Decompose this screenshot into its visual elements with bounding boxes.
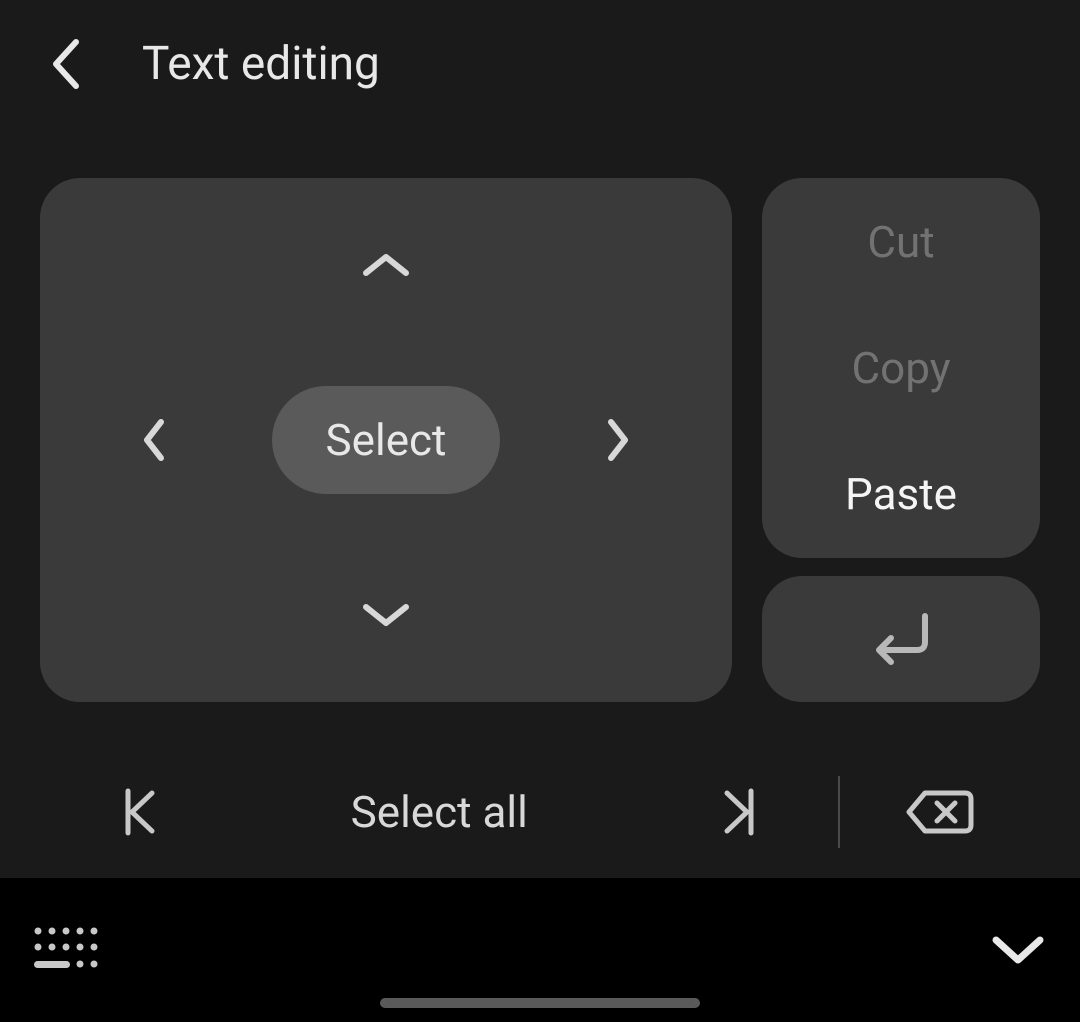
back-button[interactable] xyxy=(48,36,82,92)
keyboard-icon xyxy=(32,925,102,975)
cursor-line-end-button[interactable] xyxy=(639,742,839,882)
chevron-down-icon xyxy=(988,932,1048,968)
bottom-toolbar: Select all xyxy=(40,742,1040,882)
footer-bar xyxy=(0,878,1080,1022)
keyboard-switch-button[interactable] xyxy=(32,925,102,975)
line-end-icon xyxy=(719,785,759,839)
dpad-panel: Select xyxy=(40,178,732,702)
cursor-left-button[interactable] xyxy=(139,412,171,468)
line-start-icon xyxy=(120,785,160,839)
cursor-down-button[interactable] xyxy=(358,599,414,631)
collapse-button[interactable] xyxy=(988,932,1048,968)
copy-button[interactable]: Copy xyxy=(762,305,1040,431)
cursor-up-button[interactable] xyxy=(358,249,414,281)
enter-button[interactable] xyxy=(762,576,1040,702)
backspace-button[interactable] xyxy=(840,742,1040,882)
select-button-label: Select xyxy=(272,386,501,494)
cut-button[interactable]: Cut xyxy=(762,179,1040,305)
backspace-icon xyxy=(903,787,977,837)
paste-button[interactable]: Paste xyxy=(762,431,1040,557)
main-panel: Select Cut Copy Paste xyxy=(0,128,1080,878)
enter-icon xyxy=(865,608,937,670)
chevron-right-icon xyxy=(601,412,633,468)
home-indicator[interactable] xyxy=(380,998,700,1008)
select-all-label: Select all xyxy=(351,786,528,838)
chevron-left-icon xyxy=(48,36,82,92)
chevron-up-icon xyxy=(358,249,414,281)
header: Text editing xyxy=(0,0,1080,128)
cursor-right-button[interactable] xyxy=(601,412,633,468)
page-title: Text editing xyxy=(142,37,380,91)
select-all-button[interactable]: Select all xyxy=(240,742,639,882)
chevron-down-icon xyxy=(358,599,414,631)
chevron-left-icon xyxy=(139,412,171,468)
clipboard-panel: Cut Copy Paste xyxy=(762,178,1040,558)
cursor-line-start-button[interactable] xyxy=(40,742,240,882)
select-button[interactable]: Select xyxy=(272,386,501,494)
